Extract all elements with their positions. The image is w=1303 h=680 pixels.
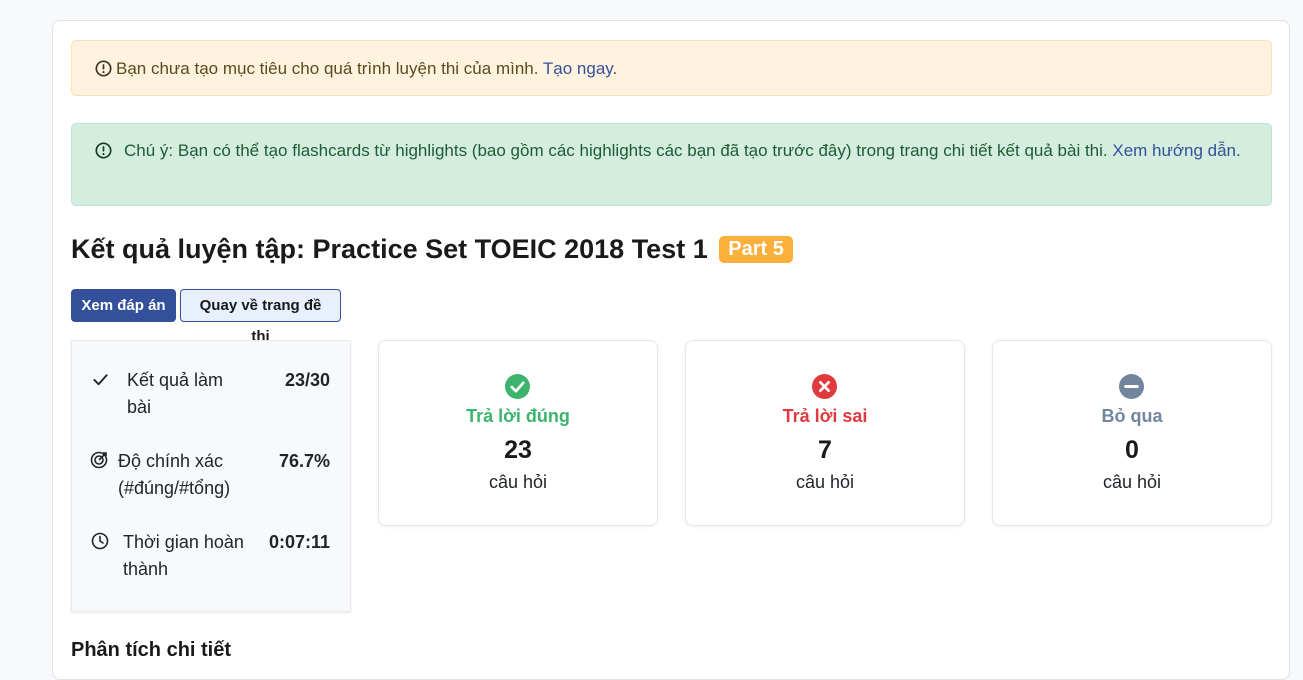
exclamation-circle-icon [95,58,112,85]
part-badge: Part 5 [719,236,793,263]
correct-unit: câu hỏi [488,472,548,492]
page-title-text: Kết quả luyện tập: Practice Set TOEIC 20… [71,234,708,264]
goal-alert-text: Bạn chưa tạo mục tiêu cho quá trình luyệ… [116,59,539,78]
flashcard-note-text: Chú ý: Bạn có thể tạo flashcards từ high… [124,141,1108,160]
check-circle-icon [505,374,530,404]
check-icon [92,369,109,396]
flashcard-note-alert: Chú ý: Bạn có thể tạo flashcards từ high… [71,123,1272,206]
create-goal-link[interactable]: Tạo ngay [543,59,613,78]
wrong-answers-card: Trả lời sai 7 câu hỏi [685,340,965,526]
accuracy-value: 76.7% [278,451,330,471]
skipped-count: 0 [1125,436,1139,464]
correct-count: 23 [504,436,532,464]
minus-circle-icon [1119,374,1144,404]
score-label: Kết quả làm bài [127,370,224,417]
x-circle-icon [812,374,837,404]
score-value: 23/30 [284,370,330,390]
skipped-label: Bỏ qua [1101,406,1163,426]
clock-icon [91,531,109,558]
exclamation-circle-icon [95,140,112,167]
time-value: 0:07:11 [268,532,330,552]
wrong-count: 7 [818,436,832,464]
back-to-test-button[interactable]: Quay về trang đề thi [180,289,341,345]
result-stats-panel: Kết quả làm bài 23/30 Độ chính xác (#đún… [71,340,351,612]
time-label: Thời gian hoàn thành [123,532,244,579]
detail-analysis-title: Phân tích chi tiết [71,639,232,661]
correct-label: Trả lời đúng [466,406,570,426]
skipped-answers-card: Bỏ qua 0 câu hỏi [992,340,1272,526]
result-card-container: Bạn chưa tạo mục tiêu cho quá trình luyệ… [52,20,1290,680]
wrong-unit: câu hỏi [795,472,855,492]
flashcard-note-suffix: . [1236,141,1241,160]
view-answers-button[interactable]: Xem đáp án [71,289,176,322]
goal-alert-suffix: . [612,59,618,78]
wrong-label: Trả lời sai [782,406,868,426]
skipped-unit: câu hỏi [1102,472,1162,492]
goal-alert: Bạn chưa tạo mục tiêu cho quá trình luyệ… [71,40,1272,96]
page-title: Kết quả luyện tập: Practice Set TOEIC 20… [71,234,793,265]
target-icon [90,450,108,477]
accuracy-label: Độ chính xác (#đúng/#tổng) [118,451,231,498]
view-guide-link[interactable]: Xem hướng dẫn [1112,141,1236,160]
correct-answers-card: Trả lời đúng 23 câu hỏi [378,340,658,526]
